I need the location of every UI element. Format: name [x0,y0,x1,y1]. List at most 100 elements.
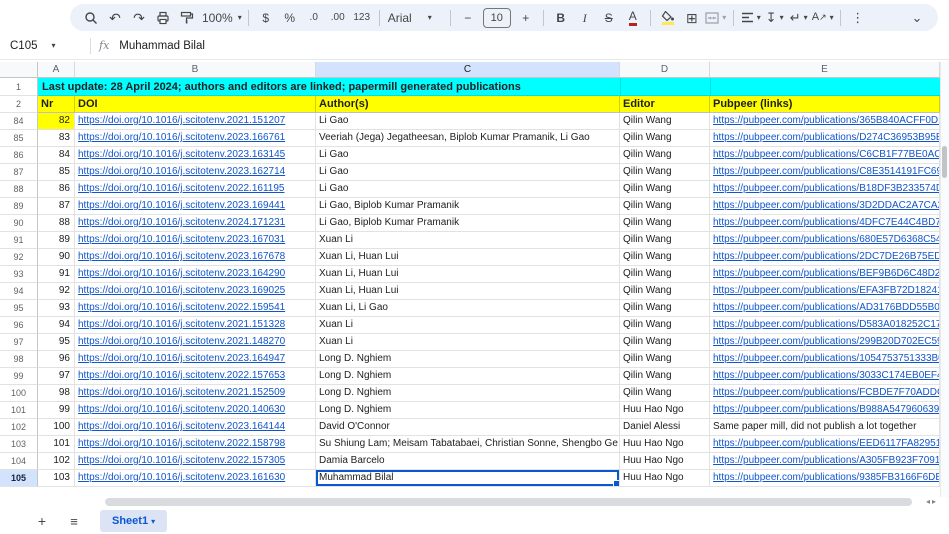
cell-authors[interactable]: Xuan Li, Huan Lui [316,249,620,266]
cell-authors[interactable]: Li Gao [316,164,620,181]
pubpeer-link[interactable]: https://pubpeer.com/publications/299B20D… [713,336,940,347]
row-header-98[interactable]: 98 [0,351,38,368]
cell-nr[interactable]: 91 [38,266,75,283]
row-header[interactable]: 1 [0,78,38,96]
vertical-scrollbar-thumb[interactable] [942,146,947,178]
cell-nr[interactable]: 93 [38,300,75,317]
cell-nr[interactable]: 101 [38,436,75,453]
cell-nr[interactable]: 90 [38,249,75,266]
cell-nr[interactable]: 86 [38,181,75,198]
pubpeer-link[interactable]: https://pubpeer.com/publications/B18DF3B… [713,183,940,194]
cell-authors[interactable]: Damia Barcelo [316,453,620,470]
row-header-86[interactable]: 86 [0,147,38,164]
vertical-scrollbar[interactable] [940,62,949,497]
row-header-93[interactable]: 93 [0,266,38,283]
cell-authors[interactable]: Su Shiung Lam; Meisam Tabatabaei, Christ… [316,436,620,453]
cell-authors[interactable]: Muhammad Bilal [316,470,620,487]
pubpeer-link[interactable]: https://pubpeer.com/publications/2DC7DE2… [713,251,940,262]
number-format-button[interactable]: 123 [351,7,373,29]
column-header-c[interactable]: C [316,62,620,78]
cell-editor[interactable]: Huu Hao Ngo [620,453,710,470]
decrease-font-size-button[interactable]: − [457,7,479,29]
zoom-select[interactable]: 100%▾ [200,7,242,29]
pubpeer-link[interactable]: https://pubpeer.com/publications/9385FB3… [713,472,940,483]
cell-nr[interactable]: 103 [38,470,75,487]
percent-format-button[interactable]: % [279,7,301,29]
pubpeer-link[interactable]: https://pubpeer.com/publications/B988A54… [713,404,940,415]
cell-pubpeer[interactable]: Same paper mill, did not publish a lot t… [710,419,940,436]
doi-link[interactable]: https://doi.org/10.1016/j.scitotenv.2021… [78,387,285,398]
cell-pubpeer[interactable]: https://pubpeer.com/publications/EFA3FB7… [710,283,940,300]
pubpeer-link[interactable]: https://pubpeer.com/publications/4DFC7E4… [713,217,940,228]
row-header-94[interactable]: 94 [0,283,38,300]
formula-input[interactable]: Muhammad Bilal [119,40,205,52]
row-header-99[interactable]: 99 [0,368,38,385]
doi-link[interactable]: https://doi.org/10.1016/j.scitotenv.2021… [78,115,285,126]
cell-authors[interactable]: Xuan Li [316,317,620,334]
cell-authors[interactable]: Xuan Li, Li Gao [316,300,620,317]
cell-nr[interactable]: 92 [38,283,75,300]
vertical-align-button[interactable]: ↧▾ [764,7,786,29]
row-header-84[interactable]: 84 [0,113,38,130]
row-header-87[interactable]: 87 [0,164,38,181]
font-size-input[interactable]: 10 [483,8,511,28]
cell-pubpeer[interactable]: https://pubpeer.com/publications/3D2DDAC… [710,198,940,215]
italic-button[interactable]: I [574,7,596,29]
search-icon[interactable] [80,7,102,29]
doi-link[interactable]: https://doi.org/10.1016/j.scitotenv.2023… [78,234,285,245]
cell-nr[interactable]: 98 [38,385,75,402]
pubpeer-link[interactable]: https://pubpeer.com/publications/A305FB9… [713,455,940,466]
cell-authors[interactable]: Li Gao [316,181,620,198]
font-select[interactable]: Arial▾ [386,7,444,29]
doi-link[interactable]: https://doi.org/10.1016/j.scitotenv.2023… [78,200,285,211]
redo-icon[interactable]: ↷ [128,7,150,29]
row-header-96[interactable]: 96 [0,317,38,334]
chevron-down-icon[interactable]: ▾ [151,517,155,526]
doi-link[interactable]: https://doi.org/10.1016/j.scitotenv.2020… [78,404,285,415]
row-header-103[interactable]: 103 [0,436,38,453]
cell-doi[interactable]: https://doi.org/10.1016/j.scitotenv.2022… [75,368,316,385]
bold-button[interactable]: B [550,7,572,29]
pubpeer-link[interactable]: https://pubpeer.com/publications/FCBDE7F… [713,387,940,398]
cell-pubpeer[interactable]: https://pubpeer.com/publications/680E57D… [710,232,940,249]
cell-doi[interactable]: https://doi.org/10.1016/j.scitotenv.2021… [75,317,316,334]
print-icon[interactable] [152,7,174,29]
cell-doi[interactable]: https://doi.org/10.1016/j.scitotenv.2023… [75,249,316,266]
doi-link[interactable]: https://doi.org/10.1016/j.scitotenv.2023… [78,166,285,177]
cell-pubpeer[interactable]: https://pubpeer.com/publications/A305FB9… [710,453,940,470]
cell-editor[interactable]: Qilin Wang [620,317,710,334]
cell-doi[interactable]: https://doi.org/10.1016/j.scitotenv.2023… [75,419,316,436]
doi-link[interactable]: https://doi.org/10.1016/j.scitotenv.2022… [78,438,285,449]
row-header-104[interactable]: 104 [0,453,38,470]
merge-cells-button[interactable]: ▾ [705,7,727,29]
cell-doi[interactable]: https://doi.org/10.1016/j.scitotenv.2023… [75,283,316,300]
row-header-100[interactable]: 100 [0,385,38,402]
cell-nr[interactable]: 94 [38,317,75,334]
doi-link[interactable]: https://doi.org/10.1016/j.scitotenv.2023… [78,251,285,262]
cell-doi[interactable]: https://doi.org/10.1016/j.scitotenv.2023… [75,130,316,147]
add-sheet-button[interactable]: + [30,511,54,531]
cell-pubpeer[interactable]: https://pubpeer.com/publications/B18DF3B… [710,181,940,198]
fill-color-button[interactable] [657,7,679,29]
cell-nr[interactable]: 102 [38,453,75,470]
select-all-corner[interactable] [0,62,38,78]
paint-format-icon[interactable] [176,7,198,29]
text-wrap-button[interactable]: ↵▾ [788,7,810,29]
cell-pubpeer[interactable]: https://pubpeer.com/publications/B988A54… [710,402,940,419]
cell-editor[interactable]: Huu Hao Ngo [620,402,710,419]
cell-doi[interactable]: https://doi.org/10.1016/j.scitotenv.2022… [75,436,316,453]
cell-doi[interactable]: https://doi.org/10.1016/j.scitotenv.2020… [75,402,316,419]
pubpeer-link[interactable]: https://pubpeer.com/publications/D274C36… [713,132,940,143]
doi-link[interactable]: https://doi.org/10.1016/j.scitotenv.2023… [78,353,285,364]
pubpeer-link[interactable]: https://pubpeer.com/publications/EFA3FB7… [713,285,940,296]
cell-authors[interactable]: Long D. Nghiem [316,368,620,385]
doi-link[interactable]: https://doi.org/10.1016/j.scitotenv.2022… [78,455,285,466]
cell-nr[interactable]: 88 [38,215,75,232]
cell-pubpeer[interactable]: https://pubpeer.com/publications/C8E3514… [710,164,940,181]
cell-nr[interactable]: 99 [38,402,75,419]
text-color-button[interactable]: A [622,7,644,29]
cell-editor[interactable]: Qilin Wang [620,147,710,164]
row-header-97[interactable]: 97 [0,334,38,351]
doi-link[interactable]: https://doi.org/10.1016/j.scitotenv.2022… [78,370,285,381]
row-header-101[interactable]: 101 [0,402,38,419]
